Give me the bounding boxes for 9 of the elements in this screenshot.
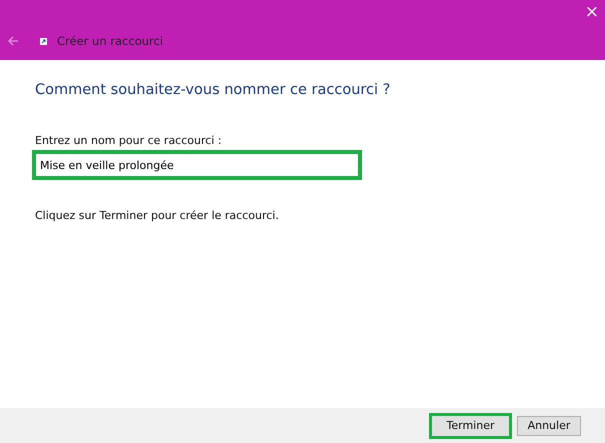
cancel-button[interactable]: Annuler xyxy=(517,416,581,436)
finish-button[interactable]: Terminer xyxy=(429,412,512,438)
shortcut-icon xyxy=(40,38,47,44)
name-field[interactable]: Mise en veille prolongée xyxy=(32,150,362,180)
instruction-text: Cliquez sur Terminer pour créer le raccourci. xyxy=(35,209,280,222)
heading: Comment souhaitez-vous nommer ce raccourci ? xyxy=(35,82,392,98)
window-title: Créer un raccourci xyxy=(57,34,164,48)
field-label: Entrez un nom pour ce raccourci : xyxy=(35,134,223,147)
close-button[interactable]: × xyxy=(578,0,605,24)
